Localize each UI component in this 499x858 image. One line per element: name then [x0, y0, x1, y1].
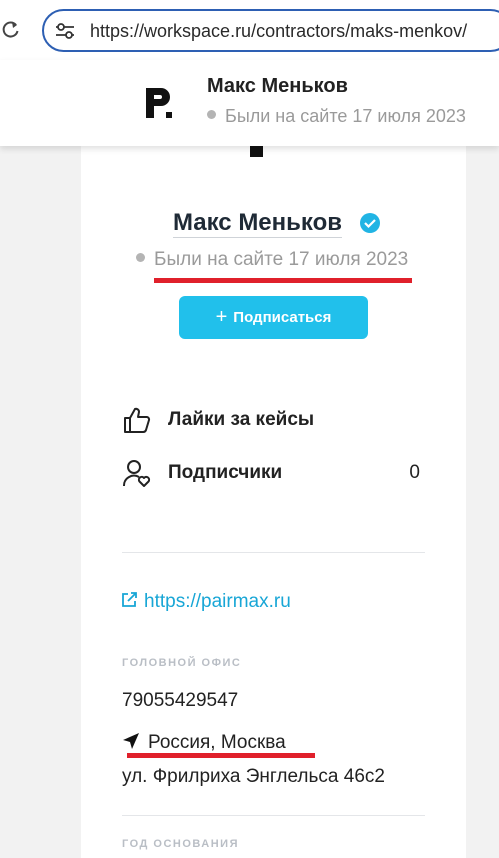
stat-likes-label: Лайки за кейсы	[168, 409, 315, 430]
sticky-profile-header: Макс Меньков Были на сайте 17 июля 2023	[0, 60, 499, 146]
plus-icon: +	[215, 306, 228, 328]
last-seen-text: Были на сайте 17 июля 2023	[154, 249, 409, 270]
header-profile-name: Макс Меньков	[207, 75, 348, 97]
subscribe-button[interactable]: + Подписаться	[179, 296, 368, 339]
subscribe-label: Подписаться	[233, 309, 332, 326]
header-last-seen: Были на сайте 17 июля 2023	[207, 106, 466, 127]
stat-subscribers[interactable]: Подписчики 0	[122, 458, 422, 488]
company-logo	[144, 86, 174, 120]
reload-icon[interactable]	[0, 16, 22, 44]
address-bar[interactable]: https://workspace.ru/contractors/maks-me…	[42, 9, 499, 52]
profile-name-text: Макс Меньков	[172, 209, 343, 238]
tune-icon[interactable]	[54, 21, 76, 41]
header-status-text: Были на сайте 17 июля 2023	[225, 106, 466, 126]
stat-subscribers-value: 0	[409, 462, 420, 483]
highlight-underline	[154, 278, 412, 283]
verified-badge-icon	[359, 212, 381, 234]
stat-subscribers-label: Подписчики	[168, 462, 283, 483]
last-seen-status: Были на сайте 17 июля 2023	[136, 249, 408, 271]
website-link-text: https://pairmax.ru	[144, 591, 291, 612]
location: Россия, Москва	[122, 732, 286, 754]
offline-dot-icon	[207, 110, 216, 119]
logo-fragment	[250, 146, 263, 157]
navigation-arrow-icon	[122, 732, 140, 750]
divider	[122, 552, 425, 553]
profile-name: Макс Меньков	[0, 209, 499, 238]
offline-dot-icon	[136, 253, 145, 262]
founded-label: ГОД ОСНОВАНИЯ	[122, 838, 239, 850]
external-link-icon	[120, 591, 138, 609]
stat-likes[interactable]: Лайки за кейсы	[122, 405, 422, 435]
website-link[interactable]: https://pairmax.ru	[120, 591, 291, 613]
office-address: ул. Фрилриха Энглельса 46с2	[122, 766, 385, 787]
url-text[interactable]: https://workspace.ru/contractors/maks-me…	[90, 21, 467, 42]
browser-toolbar: https://workspace.ru/contractors/maks-me…	[0, 0, 499, 60]
divider	[122, 815, 425, 816]
head-office-label: ГОЛОВНОЙ ОФИС	[122, 657, 242, 669]
user-heart-icon	[122, 458, 152, 488]
phone-number[interactable]: 79055429547	[122, 690, 238, 712]
thumbs-up-icon	[122, 405, 152, 435]
highlight-underline-location	[127, 753, 315, 758]
location-text: Россия, Москва	[148, 732, 286, 753]
